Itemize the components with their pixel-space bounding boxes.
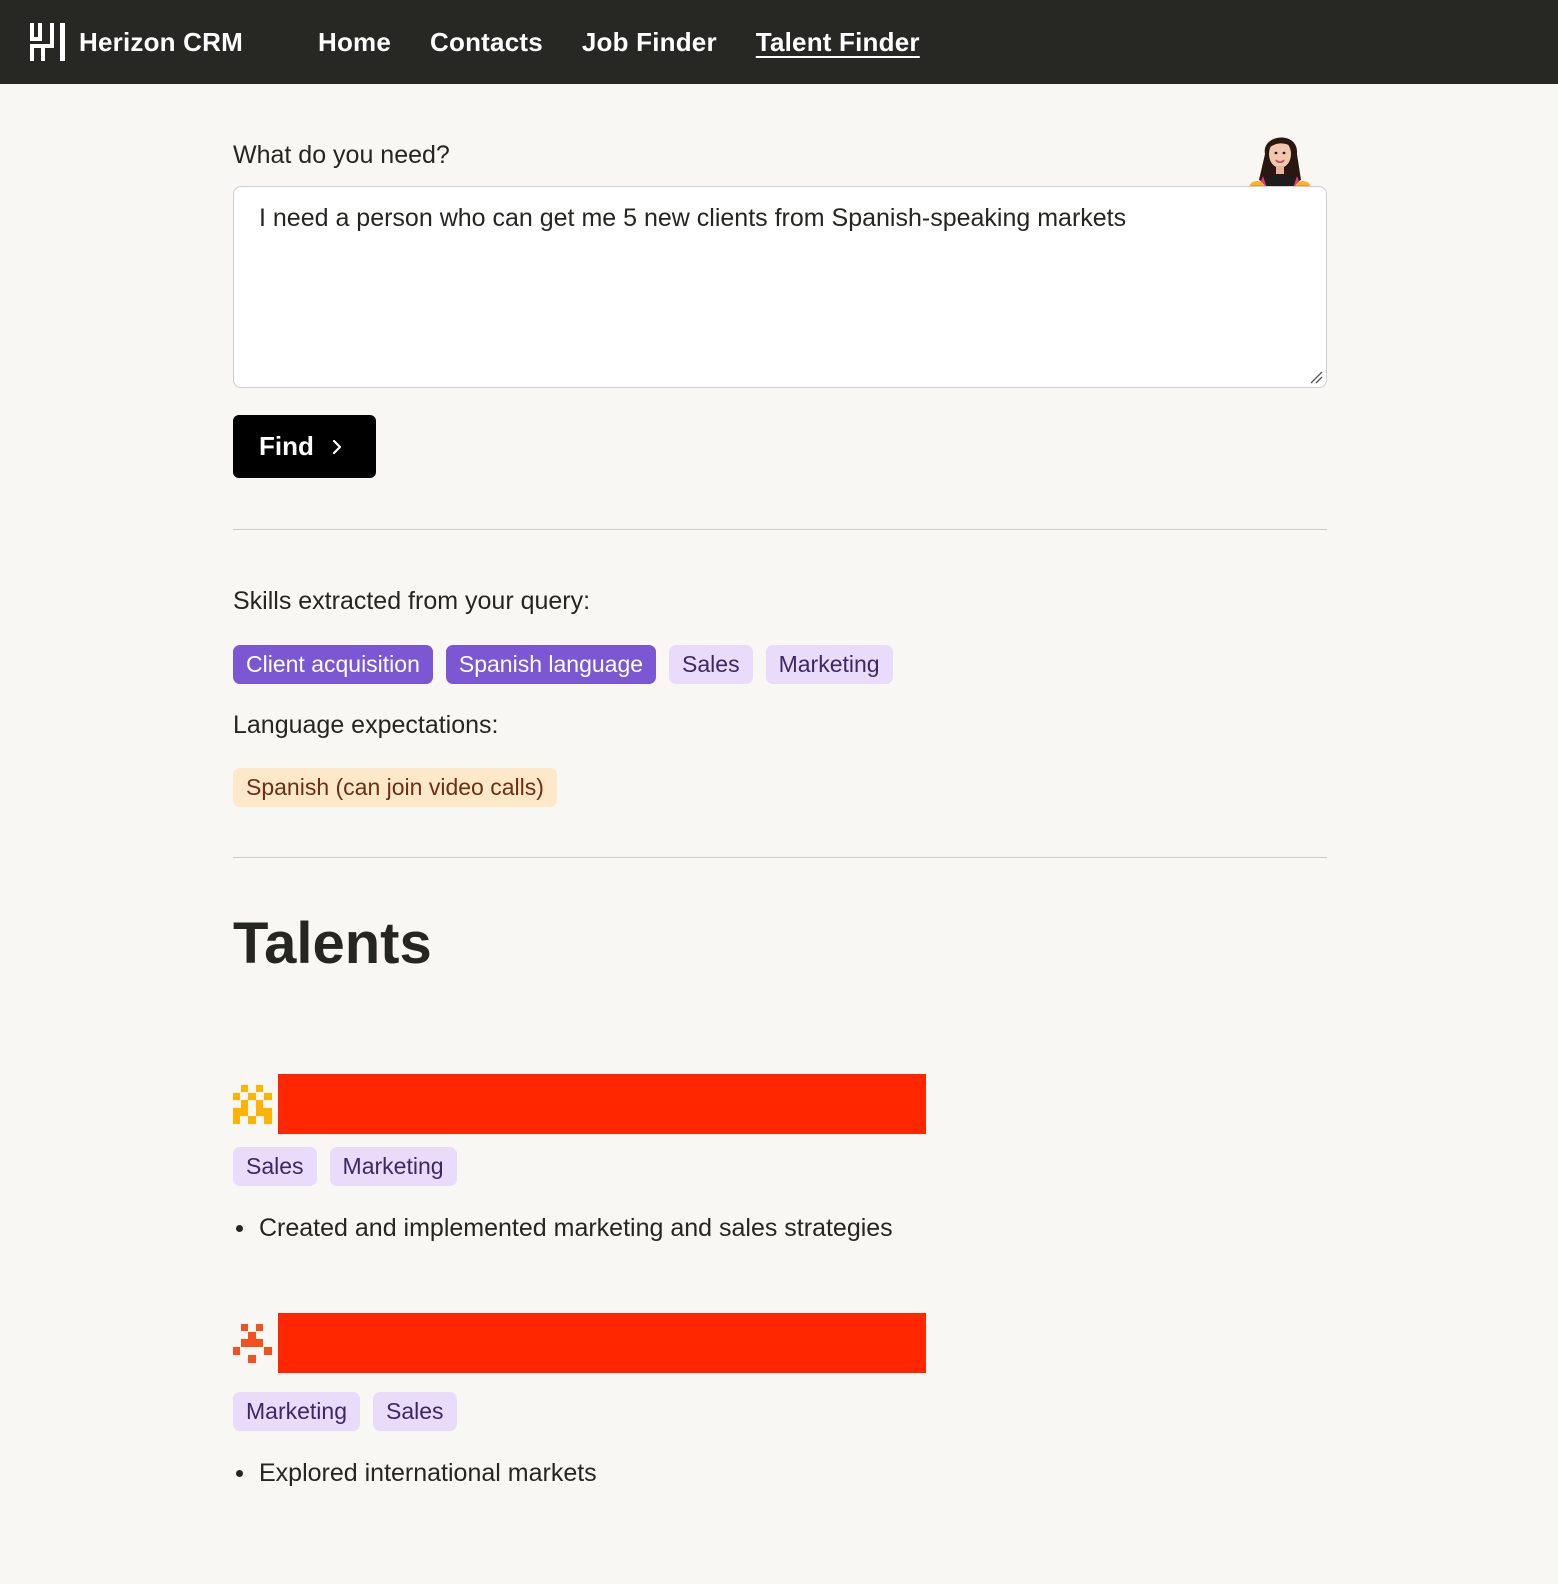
- query-textarea[interactable]: I need a person who can get me 5 new cli…: [233, 186, 1327, 388]
- identicon-icon: [233, 1323, 272, 1363]
- talent-tag[interactable]: Sales: [233, 1147, 317, 1186]
- nav-item-contacts[interactable]: Contacts: [430, 27, 543, 58]
- query-field-wrapper: I need a person who can get me 5 new cli…: [233, 137, 1327, 388]
- talent-highlights: Explored international markets: [233, 1458, 1327, 1488]
- talent-name-redacted[interactable]: [278, 1313, 926, 1373]
- skill-tag[interactable]: Client acquisition: [233, 645, 433, 684]
- skill-tag[interactable]: Sales: [669, 645, 753, 684]
- language-label: Language expectations:: [233, 711, 499, 739]
- language-tag[interactable]: Spanish (can join video calls): [233, 768, 557, 807]
- talent-skill-tags: Sales Marketing: [233, 1147, 1327, 1186]
- talent-name-redacted[interactable]: [278, 1074, 926, 1134]
- top-navigation-bar: Herizon CRM Home Contacts Job Finder Tal…: [0, 0, 1558, 84]
- highlight-item: Created and implemented marketing and sa…: [233, 1213, 1327, 1243]
- talent-header[interactable]: [233, 1313, 1327, 1373]
- nav-item-job-finder[interactable]: Job Finder: [582, 27, 717, 58]
- nav-item-home[interactable]: Home: [318, 27, 391, 58]
- talent-header[interactable]: [233, 1074, 1327, 1134]
- find-button-label: Find: [259, 431, 314, 461]
- talent-tag[interactable]: Marketing: [233, 1392, 360, 1431]
- find-button[interactable]: Find: [233, 415, 376, 478]
- talent-tag[interactable]: Sales: [372, 1392, 457, 1431]
- resize-handle-icon[interactable]: [1309, 370, 1323, 384]
- talent-card: Marketing Sales Explored international m…: [233, 1313, 1327, 1488]
- identicon-icon: [233, 1084, 272, 1124]
- skill-tag[interactable]: Spanish language: [445, 645, 657, 684]
- talent-tag[interactable]: Marketing: [329, 1147, 457, 1186]
- talent-highlights: Created and implemented marketing and sa…: [233, 1213, 1327, 1243]
- talents-heading: Talents: [233, 911, 432, 976]
- skill-tag[interactable]: Marketing: [765, 645, 893, 684]
- language-tags: Spanish (can join video calls): [233, 768, 1327, 807]
- nav-item-talent-finder[interactable]: Talent Finder: [756, 27, 920, 58]
- skill-tags: Client acquisition Spanish language Sale…: [233, 645, 1327, 684]
- talent-card: Sales Marketing Created and implemented …: [233, 1074, 1327, 1243]
- talent-skill-tags: Marketing Sales: [233, 1392, 1327, 1431]
- highlight-item: Explored international markets: [233, 1458, 1327, 1488]
- chevron-right-icon: [331, 439, 343, 455]
- skills-label: Skills extracted from your query:: [233, 587, 591, 615]
- section-divider: [233, 529, 1327, 530]
- query-label: What do you need?: [233, 141, 450, 169]
- herizon-logo-icon: [29, 22, 67, 62]
- brand[interactable]: Herizon CRM: [29, 22, 318, 62]
- section-divider: [233, 857, 1327, 858]
- talent-finder-page: What do you need? I need a person who ca…: [233, 137, 1327, 1488]
- main-nav: Home Contacts Job Finder Talent Finder: [318, 27, 959, 58]
- app-name: Herizon CRM: [79, 26, 243, 57]
